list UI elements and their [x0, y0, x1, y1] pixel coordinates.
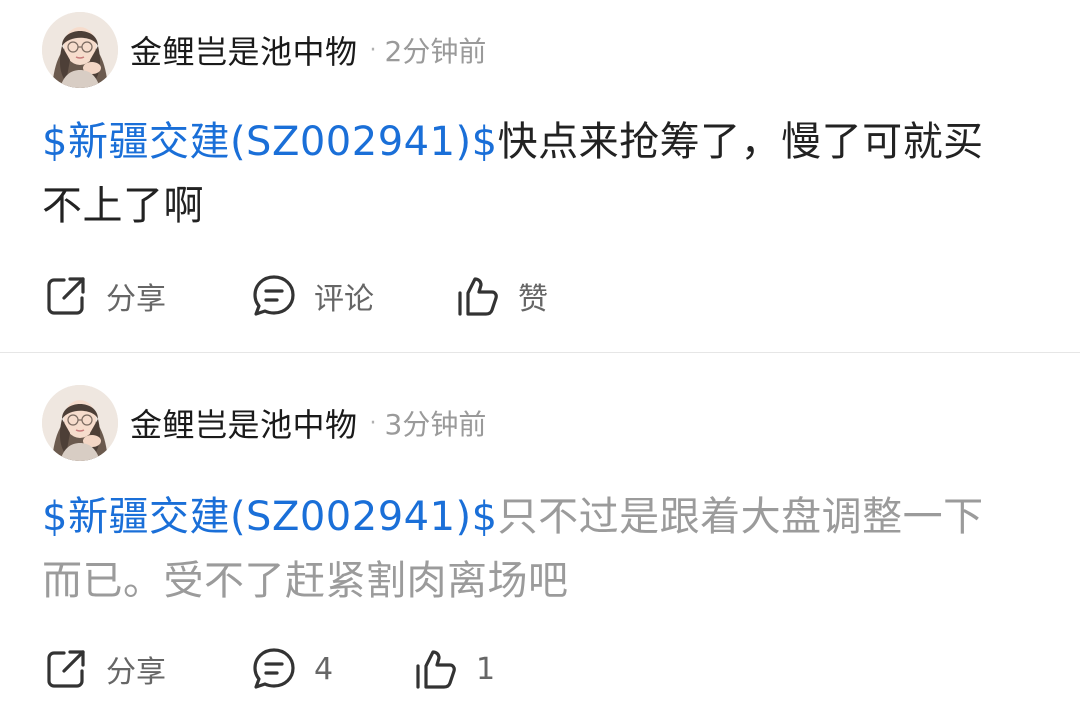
post-item: 金鲤岂是池中物 · 2分钟前 $新疆交建(SZ002941)$快点来抢筹了，慢了…	[0, 0, 1080, 352]
share-label: 分享	[106, 282, 166, 317]
avatar[interactable]	[42, 12, 118, 88]
share-button[interactable]: 分享	[42, 641, 250, 697]
comment-button[interactable]: 4	[250, 641, 412, 697]
share-icon	[42, 272, 90, 320]
post-content[interactable]: $新疆交建(SZ002941)$只不过是跟着大盘调整一下而已。受不了赶紧割肉离场…	[42, 485, 1022, 613]
comment-button[interactable]: 评论	[250, 268, 454, 324]
post-content[interactable]: $新疆交建(SZ002941)$快点来抢筹了，慢了可就买不上了啊	[42, 110, 1022, 238]
share-label: 分享	[106, 655, 166, 690]
like-icon	[454, 272, 502, 320]
stock-link[interactable]: $新疆交建(SZ002941)$	[42, 494, 498, 540]
share-button[interactable]: 分享	[42, 268, 250, 324]
post-header: 金鲤岂是池中物 · 3分钟前	[42, 383, 486, 463]
avatar[interactable]	[42, 385, 118, 461]
comment-label: 评论	[314, 282, 374, 317]
share-icon	[42, 645, 90, 693]
comment-icon	[250, 272, 298, 320]
post-time: 3分钟前	[384, 408, 487, 441]
post-header: 金鲤岂是池中物 · 2分钟前	[42, 10, 486, 90]
stock-link[interactable]: $新疆交建(SZ002941)$	[42, 119, 498, 165]
separator-dot: ·	[369, 37, 377, 63]
like-count: 1	[476, 651, 496, 687]
action-bar: 分享 评论 赞	[42, 268, 548, 324]
author-name[interactable]: 金鲤岂是池中物	[130, 400, 358, 446]
like-button[interactable]: 赞	[454, 268, 548, 324]
comment-count: 4	[314, 651, 334, 687]
author-name[interactable]: 金鲤岂是池中物	[130, 27, 358, 73]
comment-icon	[250, 645, 298, 693]
post-item: 金鲤岂是池中物 · 3分钟前 $新疆交建(SZ002941)$只不过是跟着大盘调…	[0, 353, 1080, 707]
like-button[interactable]: 1	[412, 641, 495, 697]
like-label: 赞	[518, 282, 548, 317]
post-time: 2分钟前	[384, 35, 487, 68]
separator-dot: ·	[369, 410, 377, 436]
like-icon	[412, 645, 460, 693]
action-bar: 分享 4 1	[42, 641, 495, 697]
comment-feed: 金鲤岂是池中物 · 2分钟前 $新疆交建(SZ002941)$快点来抢筹了，慢了…	[0, 0, 1080, 707]
